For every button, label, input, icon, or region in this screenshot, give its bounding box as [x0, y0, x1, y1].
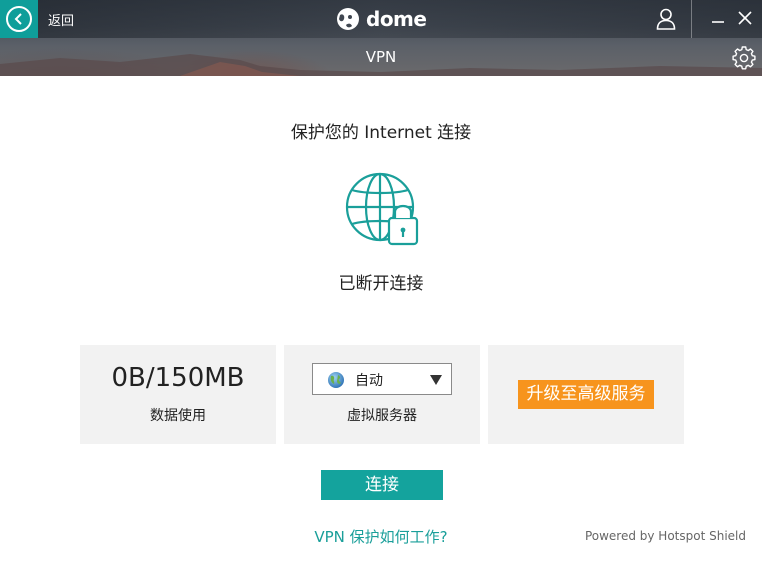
data-usage-panel: 0B/150MB 数据使用 — [80, 345, 276, 444]
app-header: 返回 dome VPN — [0, 0, 762, 76]
minimize-icon — [712, 21, 724, 23]
server-selected-value: 自动 — [355, 373, 383, 389]
data-usage-label: 数据使用 — [150, 408, 206, 424]
connect-button[interactable]: 连接 — [321, 470, 443, 500]
caret-down-icon — [430, 375, 442, 385]
virtual-server-label: 虚拟服务器 — [347, 408, 417, 424]
page-title: VPN — [365, 48, 397, 66]
top-bar: 返回 dome — [0, 0, 762, 38]
back-button[interactable] — [0, 0, 38, 38]
title-bar: VPN — [0, 38, 762, 76]
globe-icon — [328, 372, 344, 388]
data-usage-value: 0B/150MB — [111, 363, 245, 393]
powered-by-text: Powered by Hotspot Shield — [584, 529, 746, 543]
settings-button[interactable] — [732, 46, 756, 70]
back-label[interactable]: 返回 — [48, 10, 74, 29]
gear-icon — [732, 46, 756, 70]
user-icon — [656, 8, 675, 30]
minimize-button[interactable] — [706, 6, 730, 30]
brand-logo: dome — [336, 5, 427, 33]
panda-logo-icon — [337, 8, 359, 30]
upgrade-panel: 升级至高级服务 — [488, 345, 684, 444]
close-button[interactable] — [733, 6, 757, 30]
protect-heading: 保护您的 Internet 连接 — [290, 123, 472, 143]
server-dropdown[interactable]: 自动 — [312, 363, 452, 395]
close-icon — [738, 11, 752, 25]
upgrade-button[interactable]: 升级至高级服务 — [518, 380, 654, 409]
virtual-server-panel: 自动 虚拟服务器 — [284, 345, 480, 444]
brand-name: dome — [366, 7, 427, 31]
chevron-left-circle-icon — [6, 6, 32, 32]
connection-status: 已断开连接 — [338, 274, 424, 294]
globe-lock-icon — [345, 172, 419, 246]
user-button[interactable] — [640, 0, 692, 38]
